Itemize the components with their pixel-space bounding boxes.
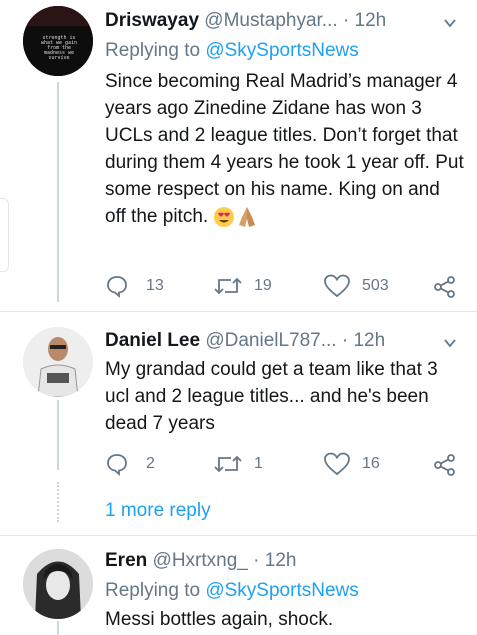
thread-dotted-line — [57, 482, 59, 522]
avatar-text: strength is what we gain from the madnes… — [40, 35, 78, 61]
replying-to: Replying to @SkySportsNews — [105, 40, 359, 62]
share-icon[interactable] — [433, 275, 457, 299]
user-handle[interactable]: @Mustaphyar... — [204, 10, 337, 31]
heart-icon[interactable] — [324, 274, 350, 298]
retweet-icon[interactable] — [214, 453, 242, 475]
tweet-text: My grandad could get a team like that 3 … — [105, 359, 438, 434]
avatar[interactable] — [23, 327, 93, 397]
tweet-header: Driswayay @Mustaphyar... · 12h — [105, 10, 386, 32]
like-count: 16 — [362, 455, 380, 472]
display-name[interactable]: Daniel Lee — [105, 330, 200, 351]
heart-icon[interactable] — [324, 452, 350, 476]
folded-hands-emoji-icon — [239, 206, 256, 227]
thread-line — [57, 82, 59, 302]
avatar-image — [23, 327, 93, 397]
reply-icon[interactable] — [105, 274, 129, 298]
heart-eyes-emoji-icon — [214, 206, 235, 227]
left-edge-bracket — [0, 198, 9, 272]
replying-label: Replying to — [105, 580, 201, 601]
replying-to: Replying to @SkySportsNews — [105, 580, 359, 602]
display-name[interactable]: Eren — [105, 550, 147, 571]
reply-count: 13 — [146, 277, 164, 294]
avatar[interactable] — [23, 549, 93, 619]
replying-to-link[interactable]: @SkySportsNews — [205, 580, 358, 601]
tweet-body: Since becoming Real Madrid’s manager 4 y… — [105, 71, 464, 227]
user-handle[interactable]: @Hxrtxng_ — [153, 550, 248, 571]
reply-count: 2 — [146, 455, 155, 472]
user-handle[interactable]: @DanielL787... — [205, 330, 336, 351]
retweet-count: 1 — [254, 455, 263, 472]
timestamp[interactable]: · 12h — [342, 330, 385, 351]
divider — [0, 535, 477, 536]
share-icon[interactable] — [433, 453, 457, 477]
divider — [0, 311, 477, 312]
like-count: 503 — [362, 277, 389, 294]
thread-line — [57, 400, 59, 470]
tweet-header: Daniel Lee @DanielL787... · 12h — [105, 330, 385, 352]
chevron-down-icon[interactable] — [444, 337, 456, 349]
replying-label: Replying to — [105, 40, 201, 61]
chevron-down-icon[interactable] — [444, 17, 456, 29]
avatar[interactable]: strength is what we gain from the madnes… — [23, 6, 93, 76]
display-name[interactable]: Driswayay — [105, 10, 199, 31]
tweet-header: Eren @Hxrtxng_ · 12h — [105, 550, 296, 572]
replying-to-link[interactable]: @SkySportsNews — [205, 40, 358, 61]
retweet-icon[interactable] — [214, 275, 242, 297]
more-replies-link[interactable]: 1 more reply — [105, 500, 211, 522]
tweet-text: Since becoming Real Madrid’s manager 4 y… — [105, 68, 465, 258]
timestamp[interactable]: · 12h — [253, 550, 296, 571]
thread-line — [57, 621, 59, 635]
avatar-image — [23, 549, 93, 619]
reply-icon[interactable] — [105, 452, 129, 476]
timestamp[interactable]: · 12h — [343, 10, 386, 31]
tweet-text: Messi bottles again, shock. — [105, 609, 334, 630]
retweet-count: 19 — [254, 277, 272, 294]
